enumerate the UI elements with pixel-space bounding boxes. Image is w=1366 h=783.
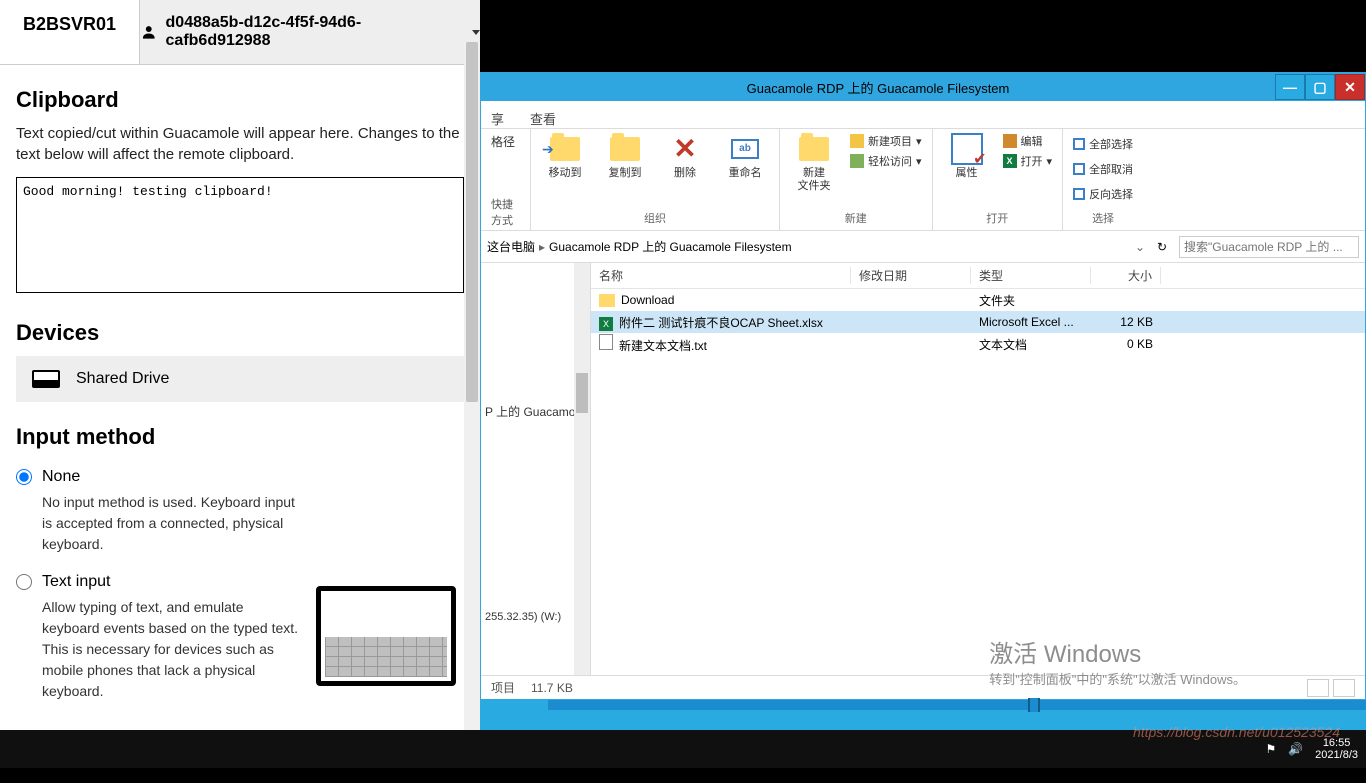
delete-button[interactable]: ✕删除 <box>661 133 709 180</box>
easy-access-button[interactable]: 轻松访问 ▾ <box>850 153 922 169</box>
clipboard-heading: Clipboard <box>16 87 464 113</box>
ribbon: 格径 快捷方式 ➔移动到 复制到 ✕删除 ab重命名 组织 新建 文件夹 新建项… <box>481 129 1365 231</box>
tray-flag-icon[interactable]: ⚑ <box>1265 742 1276 756</box>
ribbon-shortcut: 快捷方式 <box>491 196 520 228</box>
move-to-button[interactable]: ➔移动到 <box>541 133 589 180</box>
window-titlebar[interactable]: Guacamole RDP 上的 Guacamole Filesystem — … <box>481 73 1365 101</box>
copy-to-button[interactable]: 复制到 <box>601 133 649 180</box>
column-headers[interactable]: 名称 修改日期 类型 大小 <box>591 263 1365 289</box>
open-button[interactable]: X打开 ▾ <box>1003 153 1053 169</box>
window-maximize[interactable]: ▢ <box>1305 74 1335 100</box>
refresh-button[interactable]: ↻ <box>1151 240 1173 254</box>
invert-select-button[interactable]: 反向选择 <box>1073 186 1133 202</box>
window-minimize[interactable]: — <box>1275 74 1305 100</box>
shared-drive[interactable]: Shared Drive <box>16 356 464 402</box>
select-all-icon <box>1073 138 1085 150</box>
input-none[interactable]: None <box>16 468 464 486</box>
view-icons-button[interactable] <box>1333 679 1355 697</box>
file-row[interactable]: 新建文本文档.txt文本文档0 KB <box>591 333 1365 355</box>
ribbon-tabs: 享 查看 <box>481 101 1365 129</box>
input-method-heading: Input method <box>16 424 464 450</box>
drive-icon <box>32 370 60 388</box>
tray-volume-icon[interactable]: 🔊 <box>1288 742 1303 756</box>
breadcrumb[interactable]: 这台电脑▸Guacamole RDP 上的 Guacamole Filesyst… <box>487 238 1129 255</box>
windows-watermark: 激活 Windows 转到"控制面板"中的"系统"以激活 Windows。 <box>989 634 1246 688</box>
properties-button[interactable]: 属性 <box>943 133 991 180</box>
file-row[interactable]: X附件二 测试针痕不良OCAP Sheet.xlsxMicrosoft Exce… <box>591 311 1365 333</box>
file-row[interactable]: Download文件夹 <box>591 289 1365 311</box>
runtime-bar <box>548 700 1366 710</box>
new-folder-button[interactable]: 新建 文件夹 <box>790 133 838 193</box>
clipboard-textarea[interactable]: Good morning! testing clipboard! <box>16 177 464 293</box>
chevron-down-icon <box>472 30 480 35</box>
devices-heading: Devices <box>16 320 464 346</box>
rename-button[interactable]: ab重命名 <box>721 133 769 180</box>
input-text-desc: Allow typing of text, and emulate keyboa… <box>42 597 302 702</box>
remote-top-black <box>480 0 1366 72</box>
connection-name: B2BSVR01 <box>0 0 140 64</box>
search-input[interactable] <box>1179 236 1359 258</box>
input-text-radio[interactable] <box>16 574 32 590</box>
view-details-button[interactable] <box>1307 679 1329 697</box>
ribbon-path-hint: 格径 <box>491 133 515 150</box>
user-menu[interactable]: d0488a5b-d12c-4f5f-94d6-cafb6d912988 <box>140 0 480 64</box>
taskbar-clock[interactable]: 16:55 2021/8/3 <box>1315 737 1358 761</box>
user-icon <box>140 23 158 41</box>
invert-icon <box>1073 188 1085 200</box>
input-none-radio[interactable] <box>16 469 32 485</box>
select-all-button[interactable]: 全部选择 <box>1073 136 1133 152</box>
user-id: d0488a5b-d12c-4f5f-94d6-cafb6d912988 <box>166 14 458 50</box>
panel-scrollbar[interactable] <box>464 42 480 768</box>
nav-scrollbar[interactable] <box>574 263 590 675</box>
clipboard-desc: Text copied/cut within Guacamole will ap… <box>16 123 464 165</box>
window-title: Guacamole RDP 上的 Guacamole Filesystem <box>481 78 1275 97</box>
nav-pane[interactable]: P 上的 Guacamo 255.32.35) (W:) <box>481 263 591 675</box>
address-bar: 这台电脑▸Guacamole RDP 上的 Guacamole Filesyst… <box>481 231 1365 263</box>
explorer-window: Guacamole RDP 上的 Guacamole Filesystem — … <box>480 72 1366 700</box>
dropdown-icon[interactable]: ⌄ <box>1135 240 1145 254</box>
select-none-icon <box>1073 163 1085 175</box>
guacamole-panel: B2BSVR01 d0488a5b-d12c-4f5f-94d6-cafb6d9… <box>0 0 480 768</box>
file-list: Download文件夹X附件二 测试针痕不良OCAP Sheet.xlsxMic… <box>591 289 1365 355</box>
keyboard-illustration <box>316 586 456 686</box>
window-close[interactable]: ✕ <box>1335 74 1365 100</box>
csdn-watermark: https://blog.csdn.net/u012523524 <box>1133 724 1340 740</box>
input-none-desc: No input method is used. Keyboard input … <box>42 492 302 555</box>
tab-share[interactable]: 享 <box>491 109 504 128</box>
edit-button[interactable]: 编辑 <box>1003 133 1053 149</box>
select-none-button[interactable]: 全部取消 <box>1073 161 1133 177</box>
new-item-button[interactable]: 新建项目 ▾ <box>850 133 922 149</box>
tab-view[interactable]: 查看 <box>530 109 556 128</box>
remote-desktop: Guacamole RDP 上的 Guacamole Filesystem — … <box>480 0 1366 768</box>
